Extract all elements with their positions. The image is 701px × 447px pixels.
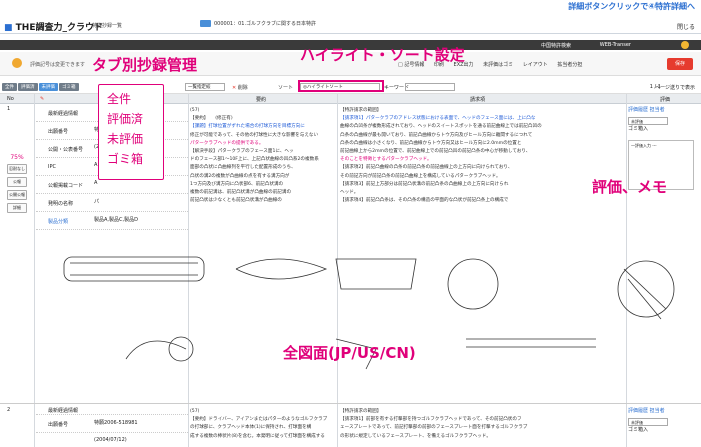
web-transer-link[interactable]: WEB-Transer [600,42,631,48]
trash-checkbox[interactable]: ゴミ箱入 [628,126,648,132]
evaluation-pane: 評価履歴 担当者 未評価 ゴミ箱入 [628,407,698,433]
document-tab[interactable]: 000001：01.ゴルフクラブに関する日本特許 [200,20,316,27]
claims-text: 【特許請求の範囲】 【請求項1】パタークラブのアドレス状態における表面で、ヘッドの… [340,108,542,204]
drawing-side [235,258,328,280]
biblio-key: 公開・公表番号 [48,147,84,153]
pub-gazette-button[interactable]: 公開公報 [7,190,27,200]
tab-unevaluated[interactable]: 未評価 [38,83,58,91]
biblio-key: 公報掲載コード [48,183,84,189]
biblio-value: 特願2006-518981 [94,420,138,426]
biblio-key: 発明の名称 [48,201,74,207]
drawing-detail-a [447,258,499,310]
col-abstract: 要約 [256,97,267,103]
delete-button[interactable]: ✕ 削除 [232,84,248,91]
biblio-key: 出願番号 [48,422,69,428]
detail-button[interactable]: 詳細 [7,203,27,213]
breadcrumb: 特許抄録一覧 [92,23,123,29]
close-link[interactable]: 閉じる [677,22,695,31]
row-number: 1 [7,106,11,112]
annotation-drawings: 全図面(JP/US/CN) [283,344,416,362]
eval-history-link[interactable]: 評価履歴 [628,408,648,414]
tab-all[interactable]: 全件 [2,83,17,91]
eval-select[interactable]: 未評価 [628,418,668,426]
toolbar-item[interactable]: 拡当者分担 [557,62,582,68]
assignee-link[interactable]: 担当者 [650,107,665,113]
col-flag: ✎ [40,96,45,102]
china-search-link[interactable]: 中国特許検索 [541,42,571,49]
row-select[interactable]: 忍耐なし [7,164,27,174]
annotation-eval: 評価、メモ [592,178,668,196]
keyword-input[interactable] [405,83,455,91]
trash-checkbox[interactable]: ゴミ箱入 [628,427,648,433]
assignee-link[interactable]: 担当者 [650,408,665,414]
annotation-highlight: ハイライト・ソート設定 [300,46,465,64]
app-header: ■ THE調査力_クラウド 特許抄録一覧 000001：01.ゴルフクラブに関す… [0,16,701,34]
biblio-key[interactable]: 製品分類 [48,218,68,225]
biblio-value: 製品A,製品C,製品D [94,217,138,223]
drawing-circle [168,336,194,362]
biblio-key: 出願番号 [48,129,69,135]
toolbar-item[interactable]: 未評価はゴミ [483,62,513,68]
highlight-frame [298,80,384,92]
biblio-value: A [94,180,98,186]
tab-evaluated[interactable]: 評価済 [18,83,38,91]
tab-trash[interactable]: ゴミ箱 [59,83,79,91]
biblio-value: パ [94,199,100,205]
document-icon [200,20,211,27]
popup-item[interactable]: 全件 [107,89,155,109]
popup-item[interactable]: 未評価 [107,129,155,149]
col-claims: 請求項 [470,97,486,103]
biblio-key: IPC [48,164,56,170]
drawing-curve [125,340,187,360]
abstract-text: (57) 【要約】ドライバー、アイアンまたはパターのようなゴルフクラブ の打球部に… [190,409,328,439]
row-meta: 75% 忍耐なし 公報 公開公報 詳細 [2,154,32,216]
logo: ■ THE調査力_クラウド [4,23,103,33]
drawing-club-head [63,256,205,282]
abstract-text: (57) 【要約】 (修正有) 【課題】打球位置がずれた場合の打球方向を目標方向に… [190,108,319,204]
biblio-value: A [94,162,98,168]
match-percent: 75% [10,154,24,161]
col-eval: 評価 [660,97,671,103]
toolbar-item[interactable]: レイアウト [523,62,548,68]
drawing-plan [335,258,417,290]
biblio-key: 最新経過情報 [48,408,79,414]
biblio-key: 最新経過情報 [48,111,79,117]
row-number: 2 [7,407,11,413]
warning-icon[interactable] [681,41,689,49]
gazette-button[interactable]: 公報 [7,177,27,187]
sort-label: ソート [278,85,294,91]
patent-drawings [63,256,675,370]
page-info: ページ送りで表示 [655,85,695,91]
tab-strip: 全件 評価済 未評価 ゴミ箱 [2,83,80,91]
eval-history-link[interactable]: 評価履歴 [628,107,648,113]
top-hint: 詳細ボタンクリックで④特許詳細へ [568,2,695,11]
save-button[interactable]: 保存 [667,58,693,70]
eval-select[interactable]: 未評価 [628,117,668,125]
popup-item[interactable]: 評価済 [107,109,155,129]
toolbar-note: 評価記号は変更できます [30,62,86,68]
popup-item[interactable]: ゴミ箱 [107,149,155,169]
biblio-value: (2004/07/12) [94,437,127,443]
table-row: 2 最新経過情報 出願番号 特願2006-518981 (2004/07/12) … [0,405,701,447]
claims-text: 【特許請求の範囲】 【請求項1】前部を有する打撃部を持つゴルフクラブヘッドであって… [340,409,528,439]
tab-menu-popup: 全件 評価済 未評価 ゴミ箱 [98,84,164,180]
col-no: No [7,96,14,102]
annotation-tabs: タブ別抄録管理 [92,56,198,74]
bibliographic-info: 最新経過情報 出願番号 特願2006-518981 (2004/07/12) [36,405,188,443]
info-icon [12,58,22,68]
list-select[interactable]: 一覧指定絞 [185,83,225,91]
